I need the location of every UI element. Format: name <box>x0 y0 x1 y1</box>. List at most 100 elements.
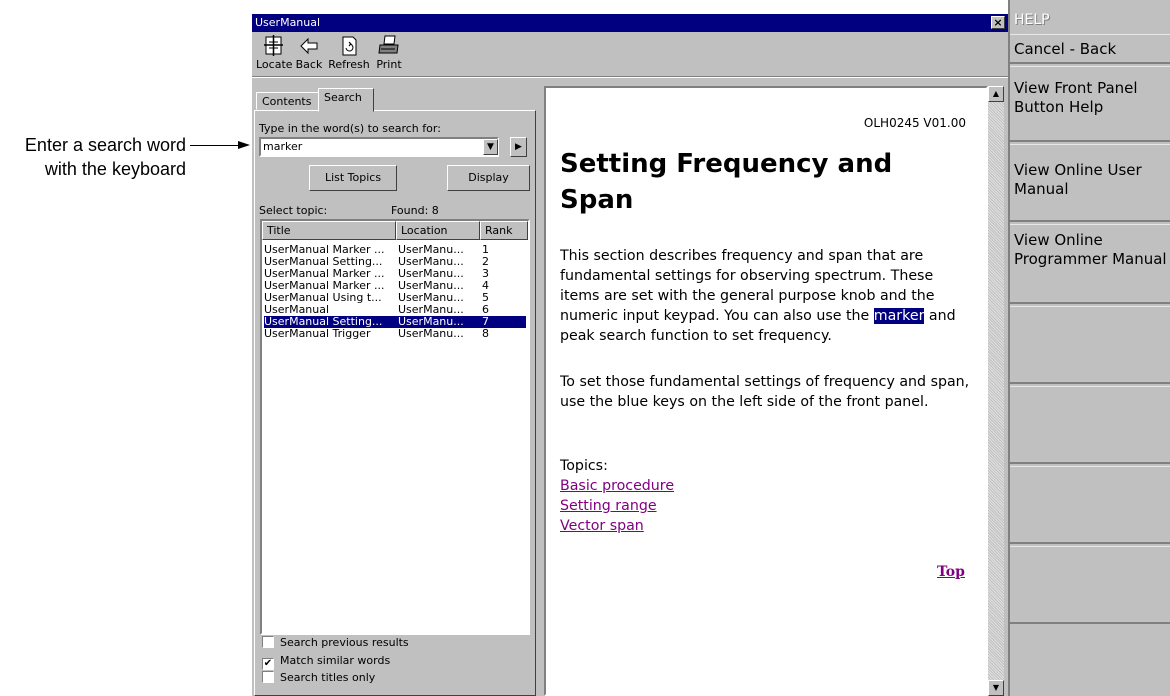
keys-paragraph: To set those fundamental settings of fre… <box>560 374 970 410</box>
checkbox-similar[interactable]: ✔ <box>262 658 274 670</box>
column-location-header[interactable]: Location <box>396 221 480 240</box>
callout-line-2: with the keyboard <box>44 159 186 179</box>
refresh-icon <box>342 36 357 56</box>
list-item[interactable]: UserManual Using t... UserManu... 5 <box>264 292 526 304</box>
callout-annotation: Enter a search word with the keyboard <box>0 133 248 181</box>
toolbar: Locate Back Refresh Print <box>252 32 1008 76</box>
side-menu-title: HELP <box>1014 12 1050 28</box>
search-history-dropdown[interactable]: ▼ <box>483 139 498 155</box>
topics-label: Topics: <box>560 458 608 474</box>
close-icon: × <box>993 16 1003 29</box>
checkmark-icon: ✔ <box>263 658 273 669</box>
window-title: UserManual <box>255 16 321 29</box>
window-titlebar[interactable]: UserManual × <box>252 14 1008 32</box>
callout-leader-line <box>190 145 238 146</box>
printer-icon <box>378 35 399 54</box>
refresh-label: Refresh <box>328 58 370 71</box>
help-window: UserManual × Locate Back Refresh Print C… <box>252 14 1008 696</box>
search-input[interactable]: marker <box>259 137 499 157</box>
tab-contents[interactable]: Contents <box>256 92 320 110</box>
side-menu-blank-button-1[interactable] <box>1010 306 1170 384</box>
match-similar-label: Match similar words <box>280 654 391 667</box>
list-item-title: UserManual Using t... <box>264 292 382 304</box>
topic-results-list[interactable]: Title Location Rank UserManual Marker ..… <box>260 219 530 635</box>
cancel-back-button[interactable]: Cancel - Back <box>1010 34 1170 64</box>
scroll-up-button[interactable]: ▲ <box>988 86 1004 102</box>
list-item-location: UserManu... <box>398 280 464 292</box>
side-menu-blank-button-3[interactable] <box>1010 466 1170 544</box>
list-item-location: UserManu... <box>398 256 464 268</box>
list-item-location: UserManu... <box>398 268 464 280</box>
scroll-down-button[interactable]: ▼ <box>988 680 1004 696</box>
list-topics-label: List Topics <box>324 171 382 184</box>
list-item[interactable]: UserManual Marker ... UserManu... 4 <box>264 280 526 292</box>
list-item-rank: 3 <box>482 268 489 280</box>
print-label: Print <box>376 58 402 71</box>
match-similar-checkbox[interactable]: ✔ Match similar words <box>262 654 390 670</box>
view-online-programmer-manual-button[interactable]: View Online Programmer Manual <box>1010 224 1170 304</box>
callout-line-1: Enter a search word <box>24 135 186 155</box>
list-item[interactable]: UserManual Marker ... UserManu... 3 <box>264 268 526 280</box>
scroll-down-icon: ▼ <box>992 683 1000 692</box>
document-id: OLH0245 V01.00 <box>863 116 966 130</box>
list-item-title: UserManual Marker ... <box>264 268 385 280</box>
display-label: Display <box>468 171 509 184</box>
column-location-label: Location <box>401 224 448 237</box>
list-item[interactable]: UserManual Setting... UserManu... 2 <box>264 256 526 268</box>
link-setting-range[interactable]: Setting range <box>560 498 657 514</box>
view-front-panel-help-button[interactable]: View Front Panel Button Help <box>1010 66 1170 142</box>
view-online-user-manual-button[interactable]: View Online User Manual <box>1010 144 1170 222</box>
checkbox-previous[interactable] <box>262 636 274 648</box>
list-item-title: UserManual Trigger <box>264 328 371 340</box>
column-rank-label: Rank <box>485 224 513 237</box>
locate-button[interactable]: Locate <box>256 34 293 74</box>
back-arrow-icon <box>300 37 318 55</box>
chevron-down-icon: ▼ <box>487 142 494 152</box>
back-label: Back <box>295 58 323 71</box>
help-side-menu: HELP Cancel - Back View Front Panel Butt… <box>1008 0 1170 696</box>
list-item-rank: 4 <box>482 280 489 292</box>
search-titles-checkbox[interactable]: Search titles only <box>262 671 375 684</box>
list-item[interactable]: UserManual Setting... UserManu... 7 <box>264 316 526 328</box>
list-item-title: UserManual <box>264 304 330 316</box>
print-button[interactable]: Print <box>372 34 406 74</box>
link-basic-procedure[interactable]: Basic procedure <box>560 478 674 494</box>
list-item-title: UserManual Setting... <box>264 316 383 328</box>
display-button[interactable]: Display <box>447 165 530 191</box>
list-item-location: UserManu... <box>398 316 464 328</box>
list-item[interactable]: UserManual UserManu... 6 <box>264 304 526 316</box>
list-item-title: UserManual Setting... <box>264 256 383 268</box>
document-scrollbar[interactable]: ▲ ▼ <box>988 86 1004 696</box>
callout-arrow-icon <box>238 141 250 149</box>
column-rank-header[interactable]: Rank <box>480 221 528 240</box>
locate-label: Locate <box>256 58 293 71</box>
list-item[interactable]: UserManual Trigger UserManu... 8 <box>264 328 526 340</box>
column-title-label: Title <box>267 224 291 237</box>
search-previous-checkbox[interactable]: Search previous results <box>262 636 409 649</box>
cancel-back-label: Cancel - Back <box>1014 40 1117 58</box>
tab-search[interactable]: Search <box>318 88 374 112</box>
column-title-header[interactable]: Title <box>262 221 396 240</box>
found-count: Found: 8 <box>391 204 439 217</box>
document-title: Setting Frequency and Span <box>560 146 970 218</box>
search-prompt: Type in the word(s) to search for: <box>259 122 441 135</box>
link-vector-span[interactable]: Vector span <box>560 518 644 534</box>
side-menu-blank-button-2[interactable] <box>1010 386 1170 464</box>
list-topics-button[interactable]: List Topics <box>309 165 397 191</box>
side-menu-blank-button-4[interactable] <box>1010 546 1170 624</box>
list-item-title: UserManual Marker ... <box>264 280 385 292</box>
back-button[interactable]: Back <box>292 34 326 74</box>
list-item[interactable]: UserManual Marker ... UserManu... 1 <box>264 244 526 256</box>
list-item-rank: 1 <box>482 244 489 256</box>
checkbox-titles[interactable] <box>262 671 274 683</box>
top-link[interactable]: Top <box>937 564 965 580</box>
search-titles-label: Search titles only <box>280 671 376 684</box>
select-topic-label: Select topic: <box>259 204 328 217</box>
view-front-panel-help-label: View Front Panel Button Help <box>1014 79 1138 116</box>
close-button[interactable]: × <box>991 16 1005 29</box>
search-go-button[interactable]: ▶ <box>510 137 527 157</box>
document-pane[interactable]: OLH0245 V01.00 Setting Frequency and Spa… <box>544 86 988 696</box>
list-item-rank: 6 <box>482 304 489 316</box>
refresh-button[interactable]: Refresh <box>327 34 371 74</box>
list-item-location: UserManu... <box>398 304 464 316</box>
